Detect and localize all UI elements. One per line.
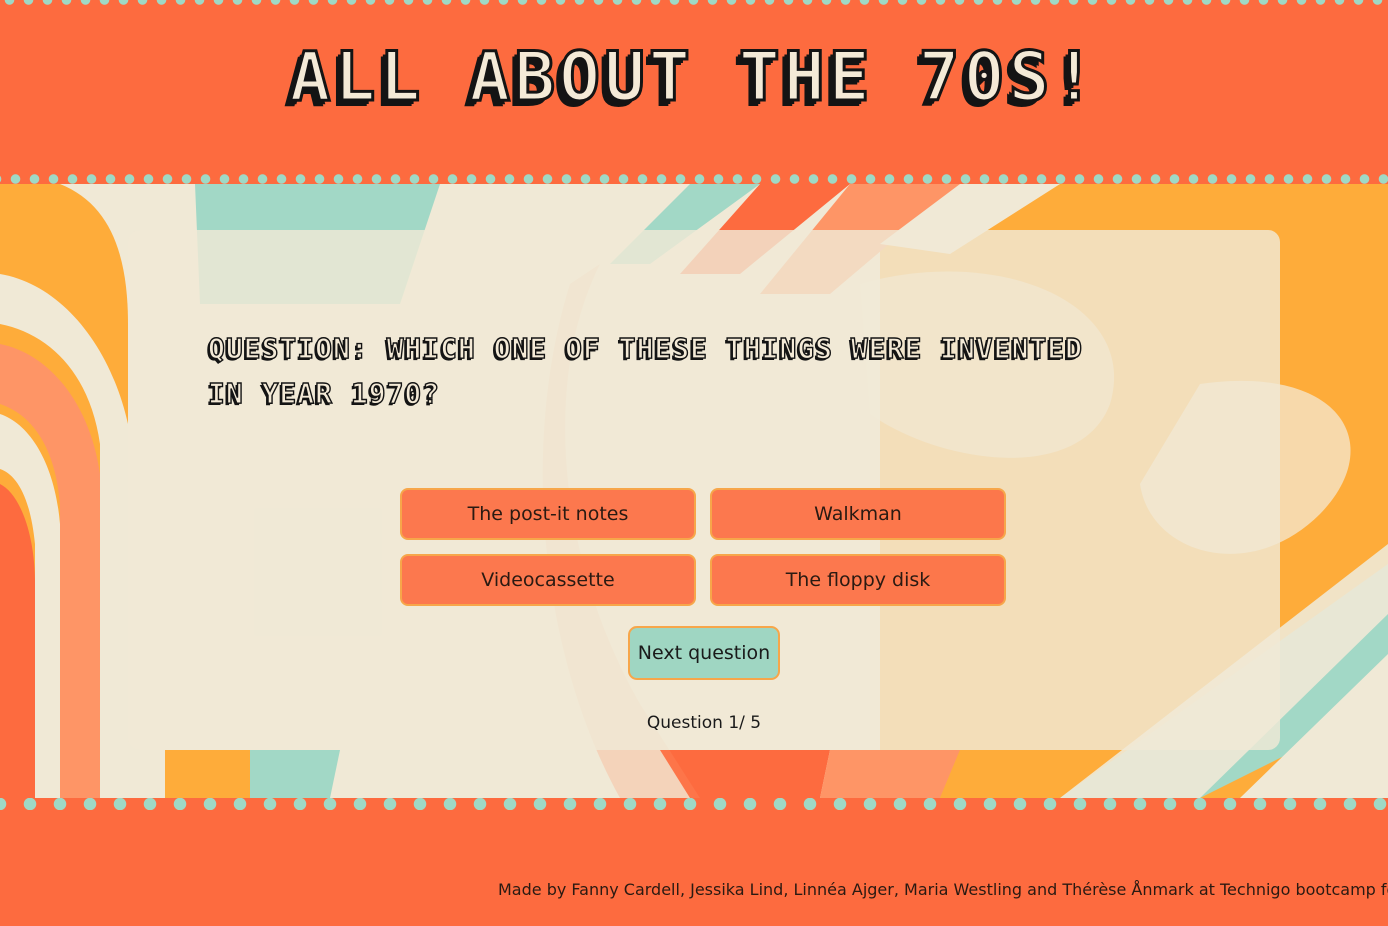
- answer-button-floppy-disk[interactable]: The floppy disk: [710, 554, 1006, 606]
- answer-button-videocassette[interactable]: Videocassette: [400, 554, 696, 606]
- answer-button-walkman[interactable]: Walkman: [710, 488, 1006, 540]
- answer-button-post-it-notes[interactable]: The post-it notes: [400, 488, 696, 540]
- question-progress: Question 1/ 5: [646, 713, 762, 733]
- quiz-card: Question: Which one of these things were…: [128, 230, 1280, 750]
- question-text: Question: Which one of these things were…: [207, 331, 1084, 410]
- quiz-section: Question: Which one of these things were…: [0, 184, 1388, 798]
- page-header: All about the 70s!: [0, 0, 1388, 185]
- answer-options: The post-it notes Walkman Videocassette …: [400, 488, 1010, 610]
- page-title: All about the 70s!: [288, 37, 1099, 119]
- footer-credits: Made by Fanny Cardell, Jessika Lind, Lin…: [498, 880, 1388, 899]
- footer-dot-border: [0, 798, 1388, 810]
- header-dot-border-top: [0, 0, 1388, 5]
- next-question-button[interactable]: Next question: [628, 626, 780, 680]
- page-footer: Made by Fanny Cardell, Jessika Lind, Lin…: [0, 798, 1388, 926]
